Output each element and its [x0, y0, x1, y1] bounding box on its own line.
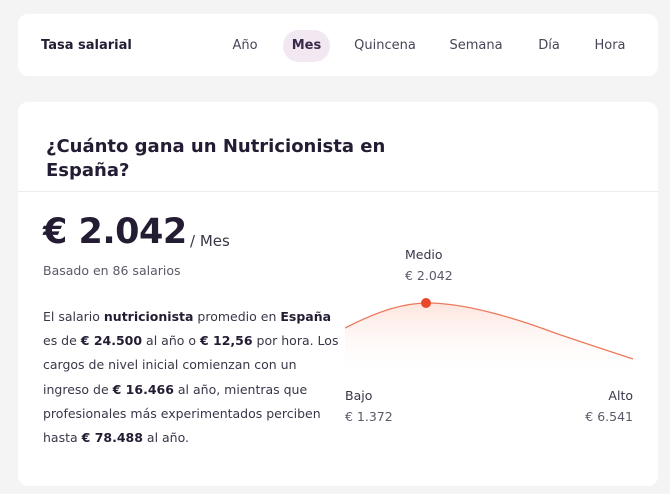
desc-country: España	[280, 309, 332, 324]
rate-selector-card: Tasa salarial Año Mes Quincena Semana Dí…	[18, 14, 658, 76]
alto-value: € 6.541	[585, 409, 633, 424]
tab-year[interactable]: Año	[225, 30, 265, 62]
desc-text: El salario	[43, 309, 104, 324]
tab-day[interactable]: Día	[531, 30, 567, 62]
desc-text: al año o	[142, 333, 200, 349]
salary-card: ¿Cuánto gana un Nutricionista en España?…	[18, 102, 658, 486]
page-title: ¿Cuánto gana un Nutricionista en España?	[46, 136, 386, 181]
desc-job: nutricionista	[103, 309, 194, 324]
medio-value: € 2.042	[405, 268, 453, 283]
median-marker	[421, 298, 431, 308]
tab-week[interactable]: Semana	[443, 30, 509, 62]
salary-period: / Mes	[190, 232, 230, 250]
rate-tabs: Año Mes Quincena Semana Día Hora	[18, 30, 658, 62]
bajo-label: Bajo	[345, 388, 373, 403]
tab-fortnight[interactable]: Quincena	[348, 30, 422, 62]
medio-label: Medio	[405, 247, 443, 262]
bajo-value: € 1.372	[345, 409, 393, 424]
tab-month[interactable]: Mes	[283, 30, 330, 62]
divider	[18, 191, 658, 192]
desc-hour-amount: € 12,56	[199, 333, 253, 349]
alto-label: Alto	[608, 388, 633, 403]
salary-amount: € 2.042	[43, 212, 187, 252]
salary-count: Basado en 86 salarios	[43, 263, 181, 278]
desc-entry-amount: € 16.466	[112, 381, 174, 397]
desc-text: al año.	[142, 430, 190, 446]
desc-text: promedio en	[193, 309, 281, 324]
desc-text: es de	[43, 333, 81, 349]
desc-year-amount: € 24.500	[80, 333, 143, 349]
desc-top-amount: € 78.488	[81, 430, 143, 446]
tab-hour[interactable]: Hora	[588, 30, 632, 62]
distribution-area	[345, 303, 633, 378]
salary-distribution-chart	[345, 298, 634, 378]
salary-description: El salario nutricionista promedio en Esp…	[43, 305, 343, 450]
